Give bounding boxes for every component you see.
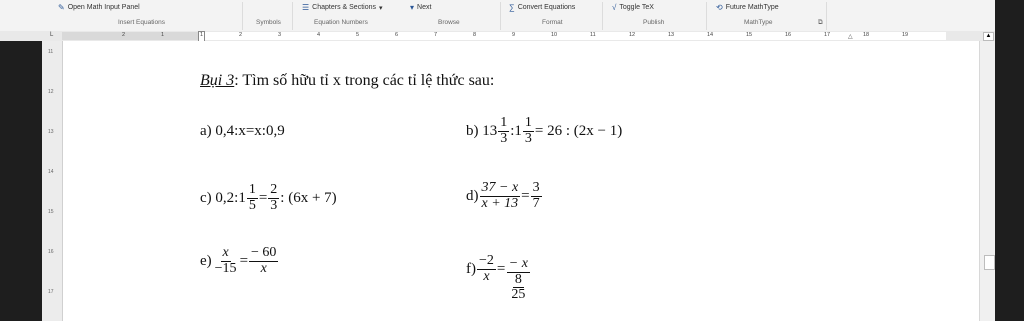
vertical-ruler-number: 15 bbox=[48, 209, 54, 215]
sum-icon: ∑ bbox=[509, 3, 515, 12]
list-icon: ☰ bbox=[302, 3, 310, 12]
ruler-number: 1 bbox=[200, 32, 204, 38]
ruler-number: 5 bbox=[356, 32, 360, 38]
problem-f: f) −2 x = − x 8 25 bbox=[466, 246, 531, 302]
toggle-tex-button[interactable]: √ Toggle TeX bbox=[612, 3, 654, 12]
ruler-number: 11 bbox=[590, 32, 596, 38]
vertical-ruler-number: 16 bbox=[48, 249, 54, 255]
fraction: 37 bbox=[530, 180, 542, 211]
ruler-number: 12 bbox=[629, 32, 636, 38]
group-publish: Publish bbox=[643, 19, 665, 26]
group-browse: Browse bbox=[438, 19, 460, 26]
right-indent-marker[interactable]: △ bbox=[848, 33, 853, 40]
next-icon: ▾ bbox=[410, 3, 415, 12]
open-math-input-panel-button[interactable]: ✎ Open Math Input Panel bbox=[58, 3, 140, 12]
problem-b: b) 13 13 :1 13 = 26 : (2x − 1) bbox=[466, 115, 623, 146]
problem-a: a) 0,4:x=x:0,9 bbox=[200, 123, 285, 139]
vertical-ruler: 11 12 13 14 15 16 17 bbox=[42, 41, 63, 321]
ruler-number: 4 bbox=[317, 32, 321, 38]
ruler-number: 9 bbox=[512, 32, 516, 38]
group-equation-numbers: Equation Numbers bbox=[314, 19, 368, 26]
group-mathtype: MathType bbox=[744, 19, 773, 26]
fraction: x −15 bbox=[214, 245, 237, 276]
problem-c: c) 0,2:1 15 = 23 : (6x + 7) bbox=[200, 182, 337, 213]
group-format: Format bbox=[542, 19, 563, 26]
problem-e: e) x −15 = − 60 x bbox=[200, 245, 279, 276]
scrollbar-thumb[interactable] bbox=[984, 255, 995, 270]
ruler-number: 8 bbox=[473, 32, 477, 38]
ruler-number: 19 bbox=[902, 32, 909, 38]
ruler-margin bbox=[62, 32, 202, 40]
compound-fraction: − x 8 25 bbox=[506, 256, 530, 303]
ruler-number: 15 bbox=[746, 32, 753, 38]
fraction: 8 25 bbox=[511, 271, 526, 303]
fraction: 37 − xx + 13 bbox=[479, 180, 521, 211]
fraction: 23 bbox=[268, 182, 280, 213]
ruler-number: 10 bbox=[551, 32, 558, 38]
ruler-number: 2 bbox=[239, 32, 243, 38]
title-label: Bụi 3 bbox=[200, 72, 235, 89]
ruler-number: 17 bbox=[824, 32, 831, 38]
future-icon: ⟲ bbox=[716, 3, 723, 12]
ribbon-divider bbox=[826, 2, 827, 30]
ruler-number: 6 bbox=[395, 32, 399, 38]
vertical-ruler-number: 17 bbox=[48, 289, 54, 295]
ruler-number: 14 bbox=[707, 32, 714, 38]
vertical-ruler-number: 12 bbox=[48, 89, 54, 95]
vertical-ruler-number: 14 bbox=[48, 169, 54, 175]
ruler-number: 7 bbox=[434, 32, 438, 38]
fraction: − 60 x bbox=[249, 245, 279, 276]
problem-d: d) 37 − xx + 13 = 37 bbox=[466, 180, 542, 211]
vertical-ruler-number: 13 bbox=[48, 129, 54, 135]
scroll-up-icon[interactable]: ▲ bbox=[983, 32, 994, 41]
ruler-number: 2 bbox=[122, 32, 126, 38]
chevron-down-icon: ▾ bbox=[378, 4, 383, 12]
ribbon-divider bbox=[602, 2, 603, 30]
ribbon-divider bbox=[292, 2, 293, 30]
future-mathtype-button[interactable]: ⟲ Future MathType bbox=[716, 3, 779, 12]
right-background bbox=[995, 0, 1024, 321]
ruler-number: 3 bbox=[278, 32, 282, 38]
group-insert-equations: Insert Equations bbox=[118, 19, 165, 26]
title-text: : Tìm số hữu tỉ x trong các tỉ lệ thức s… bbox=[234, 72, 495, 89]
ruler-number: 13 bbox=[668, 32, 675, 38]
fraction: 13 bbox=[498, 115, 510, 146]
ribbon-divider bbox=[500, 2, 501, 30]
ribbon-divider bbox=[242, 2, 243, 30]
fraction: 13 bbox=[522, 115, 534, 146]
left-margin-area bbox=[0, 41, 42, 321]
group-symbols: Symbols bbox=[256, 19, 281, 26]
fraction: 15 bbox=[246, 182, 258, 213]
ruler-number: 16 bbox=[785, 32, 792, 38]
next-button[interactable]: ▾ Next bbox=[410, 3, 431, 12]
tex-icon: √ bbox=[612, 3, 617, 12]
ruler-number: 18 bbox=[863, 32, 870, 38]
vertical-scrollbar[interactable] bbox=[979, 41, 996, 321]
ribbon-divider bbox=[706, 2, 707, 30]
convert-equations-button[interactable]: ∑ Convert Equations bbox=[509, 3, 575, 12]
tab-selector-icon[interactable]: L bbox=[50, 32, 53, 38]
exercise-title: Bụi 3: Tìm số hữu tỉ x trong các tỉ lệ t… bbox=[200, 72, 494, 90]
ruler-number: 1 bbox=[161, 32, 165, 38]
vertical-ruler-number: 11 bbox=[48, 49, 54, 55]
chapters-sections-button[interactable]: ☰ Chapters & Sections ▾ bbox=[302, 3, 383, 12]
ribbon: ✎ Open Math Input Panel ☰ Chapters & Secti… bbox=[0, 0, 1024, 32]
fraction: −2 x bbox=[477, 252, 496, 284]
math-panel-icon: ✎ bbox=[58, 3, 65, 12]
dialog-launcher-icon[interactable]: ⧉ bbox=[818, 19, 823, 27]
